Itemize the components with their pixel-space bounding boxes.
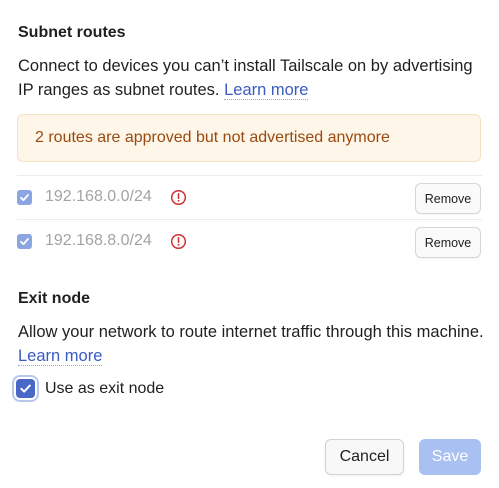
route-checkbox[interactable] <box>17 190 32 205</box>
save-button[interactable]: Save <box>419 439 481 475</box>
subnet-routes-description: Connect to devices you can’t install Tai… <box>18 54 488 102</box>
exit-node-checkbox-label[interactable]: Use as exit node <box>45 380 164 398</box>
exit-node-description-text: Allow your network to route internet tra… <box>18 323 484 341</box>
routes-warning-text: 2 routes are approved but not advertised… <box>35 129 390 146</box>
exit-node-learn-more-link[interactable]: Learn more <box>18 347 103 366</box>
remove-route-button[interactable]: Remove <box>415 183 481 214</box>
exit-node-title: Exit node <box>18 290 91 307</box>
route-ip: 192.168.8.0/24 <box>45 232 152 249</box>
routes-warning-banner: 2 routes are approved but not advertised… <box>17 114 481 162</box>
alert-circle-icon <box>170 233 187 250</box>
alert-circle-icon <box>170 189 187 206</box>
route-row: 192.168.0.0/24 Remove <box>17 176 482 220</box>
route-checkbox[interactable] <box>17 234 32 249</box>
route-row: 192.168.8.0/24 Remove <box>17 220 482 264</box>
remove-route-button[interactable]: Remove <box>415 227 481 258</box>
exit-node-checkbox[interactable] <box>16 379 35 398</box>
checkmark-icon <box>20 194 29 201</box>
subnet-learn-more-link[interactable]: Learn more <box>224 81 309 100</box>
cancel-button[interactable]: Cancel <box>325 439 404 475</box>
route-ip: 192.168.0.0/24 <box>45 188 152 205</box>
subnet-routes-title: Subnet routes <box>18 24 126 41</box>
exit-node-description: Allow your network to route internet tra… <box>18 320 488 368</box>
checkmark-icon <box>20 384 31 393</box>
checkmark-icon <box>20 238 29 245</box>
